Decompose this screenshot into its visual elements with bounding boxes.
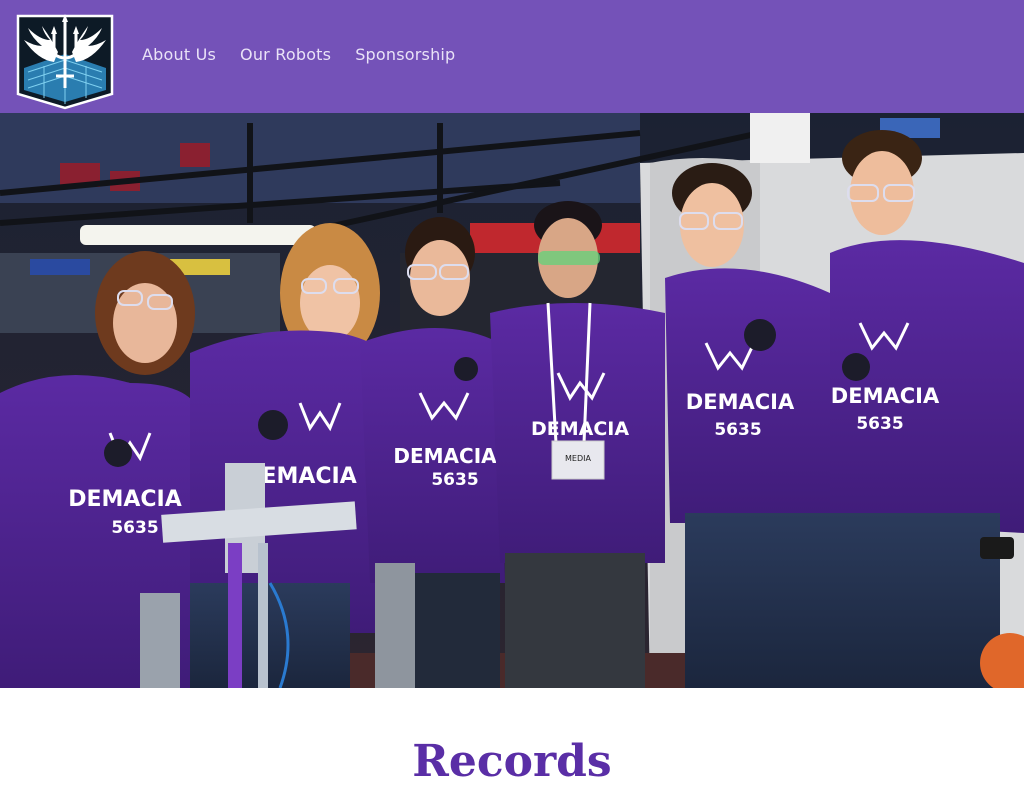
nav-our-robots[interactable]: Our Robots — [240, 44, 331, 66]
site-header: About Us Our Robots Sponsorship — [0, 0, 1024, 113]
shirt-text-5: DEMACIA — [686, 390, 795, 414]
shirt-text-4: DEMACIA — [531, 418, 629, 440]
nav-about-us[interactable]: About Us — [142, 44, 216, 66]
records-heading: Records — [412, 735, 612, 787]
shirt-number-6: 5635 — [856, 414, 903, 434]
main-nav: About Us Our Robots Sponsorship — [142, 44, 479, 66]
nav-sponsorship[interactable]: Sponsorship — [355, 44, 455, 66]
team-logo[interactable] — [14, 10, 116, 111]
hero-carousel[interactable]: DEMACIA 5635 DEMACIA DEMACIA 5635 MEDIA … — [0, 113, 1024, 688]
media-badge-text: MEDIA — [565, 454, 591, 463]
shirt-number-5: 5635 — [714, 420, 761, 440]
shirt-text-3: DEMACIA — [393, 444, 497, 468]
shirt-text-6: DEMACIA — [831, 384, 940, 408]
shirt-number-1: 5635 — [111, 518, 158, 538]
shirt-text-1: DEMACIA — [68, 487, 182, 512]
shirt-number-3: 5635 — [431, 470, 478, 490]
team-photo: DEMACIA 5635 DEMACIA DEMACIA 5635 MEDIA … — [0, 113, 1024, 688]
